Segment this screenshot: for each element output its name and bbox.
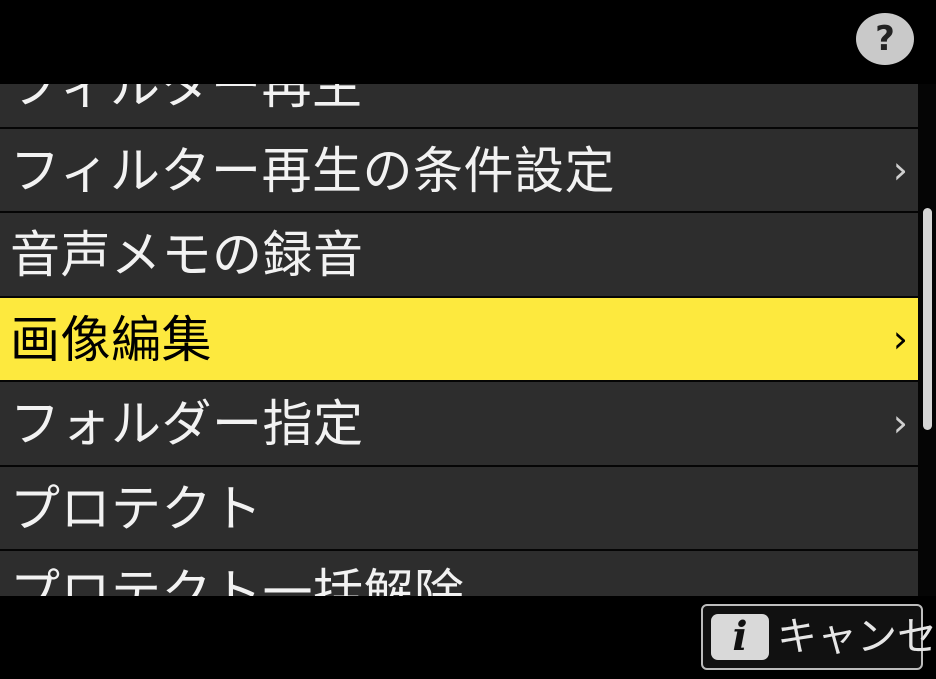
menu-item-folder-select[interactable]: フォルダー指定 › xyxy=(0,382,918,467)
camera-menu-screen: ? フィルター再生 フィルター再生の条件設定 › 音声メモの録音 画像編集 › … xyxy=(0,0,936,679)
menu-item-label: フィルター再生の条件設定 xyxy=(10,141,615,200)
menu-item-unprotect-all[interactable]: プロテクト一括解除 xyxy=(0,551,918,596)
menu-item-label: プロテクト一括解除 xyxy=(10,564,465,596)
menu-item-label: 画像編集 xyxy=(10,310,212,369)
menu-item-filter-playback-criteria[interactable]: フィルター再生の条件設定 › xyxy=(0,128,918,213)
menu-item-retouch[interactable]: 画像編集 › xyxy=(0,297,918,382)
menu-item-label: 音声メモの録音 xyxy=(10,226,364,284)
cancel-button[interactable]: i キャンセル xyxy=(701,604,936,670)
help-button[interactable]: ? xyxy=(856,13,914,65)
scrollbar-thumb[interactable] xyxy=(923,208,932,430)
chevron-right-icon: › xyxy=(892,316,908,361)
chevron-right-icon: › xyxy=(892,147,908,192)
menu-item-filter-playback[interactable]: フィルター再生 xyxy=(0,84,918,129)
cancel-label: キャンセル xyxy=(777,614,936,660)
menu-item-label: フォルダー指定 xyxy=(10,395,364,453)
header-bar: ? xyxy=(0,0,936,84)
menu-item-protect[interactable]: プロテクト xyxy=(0,466,918,551)
footer-bar: i キャンセル xyxy=(0,596,936,679)
chevron-right-icon: › xyxy=(892,401,908,445)
menu-item-label: フィルター再生 xyxy=(10,84,363,115)
menu-list-viewport[interactable]: フィルター再生 フィルター再生の条件設定 › 音声メモの録音 画像編集 › フォ… xyxy=(0,84,918,596)
info-button-icon: i xyxy=(711,614,769,660)
menu-list: フィルター再生 フィルター再生の条件設定 › 音声メモの録音 画像編集 › フォ… xyxy=(0,84,918,596)
menu-item-label: プロテクト xyxy=(10,479,263,538)
menu-item-voice-memo[interactable]: 音声メモの録音 xyxy=(0,213,918,298)
